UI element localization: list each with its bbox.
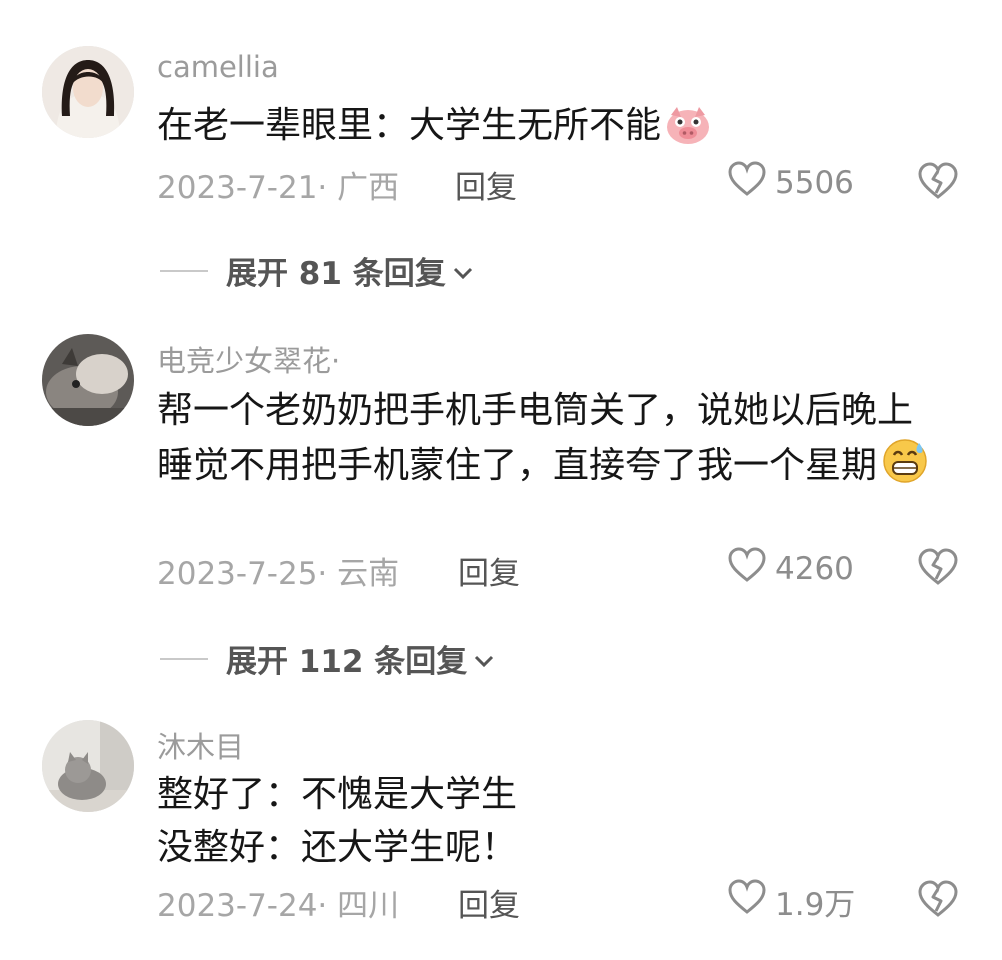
comment-text-line: 整好了：不愧是大学生 <box>157 774 518 815</box>
like-count: 1.9万 <box>775 886 856 923</box>
comment-text-line: 没整好：还大学生呢！ <box>157 827 518 868</box>
avatar[interactable] <box>42 720 134 812</box>
broken-heart-icon <box>917 880 959 923</box>
comment-text: 整好了：不愧是大学生 没整好：还大学生呢！ <box>157 768 947 874</box>
reply-button[interactable]: 回复 <box>458 880 520 925</box>
comment-date-location: 2023-7-24· 四川 <box>157 888 400 924</box>
dislike-button[interactable] <box>917 879 959 919</box>
comment-item: 沐木目 整好了：不愧是大学生 没整好：还大学生呢！ 2023-7-24· 四川 … <box>0 0 1002 960</box>
like-button[interactable]: 1.9万 <box>727 878 855 924</box>
username[interactable]: 沐木目 <box>157 724 244 766</box>
heart-icon <box>727 878 767 924</box>
